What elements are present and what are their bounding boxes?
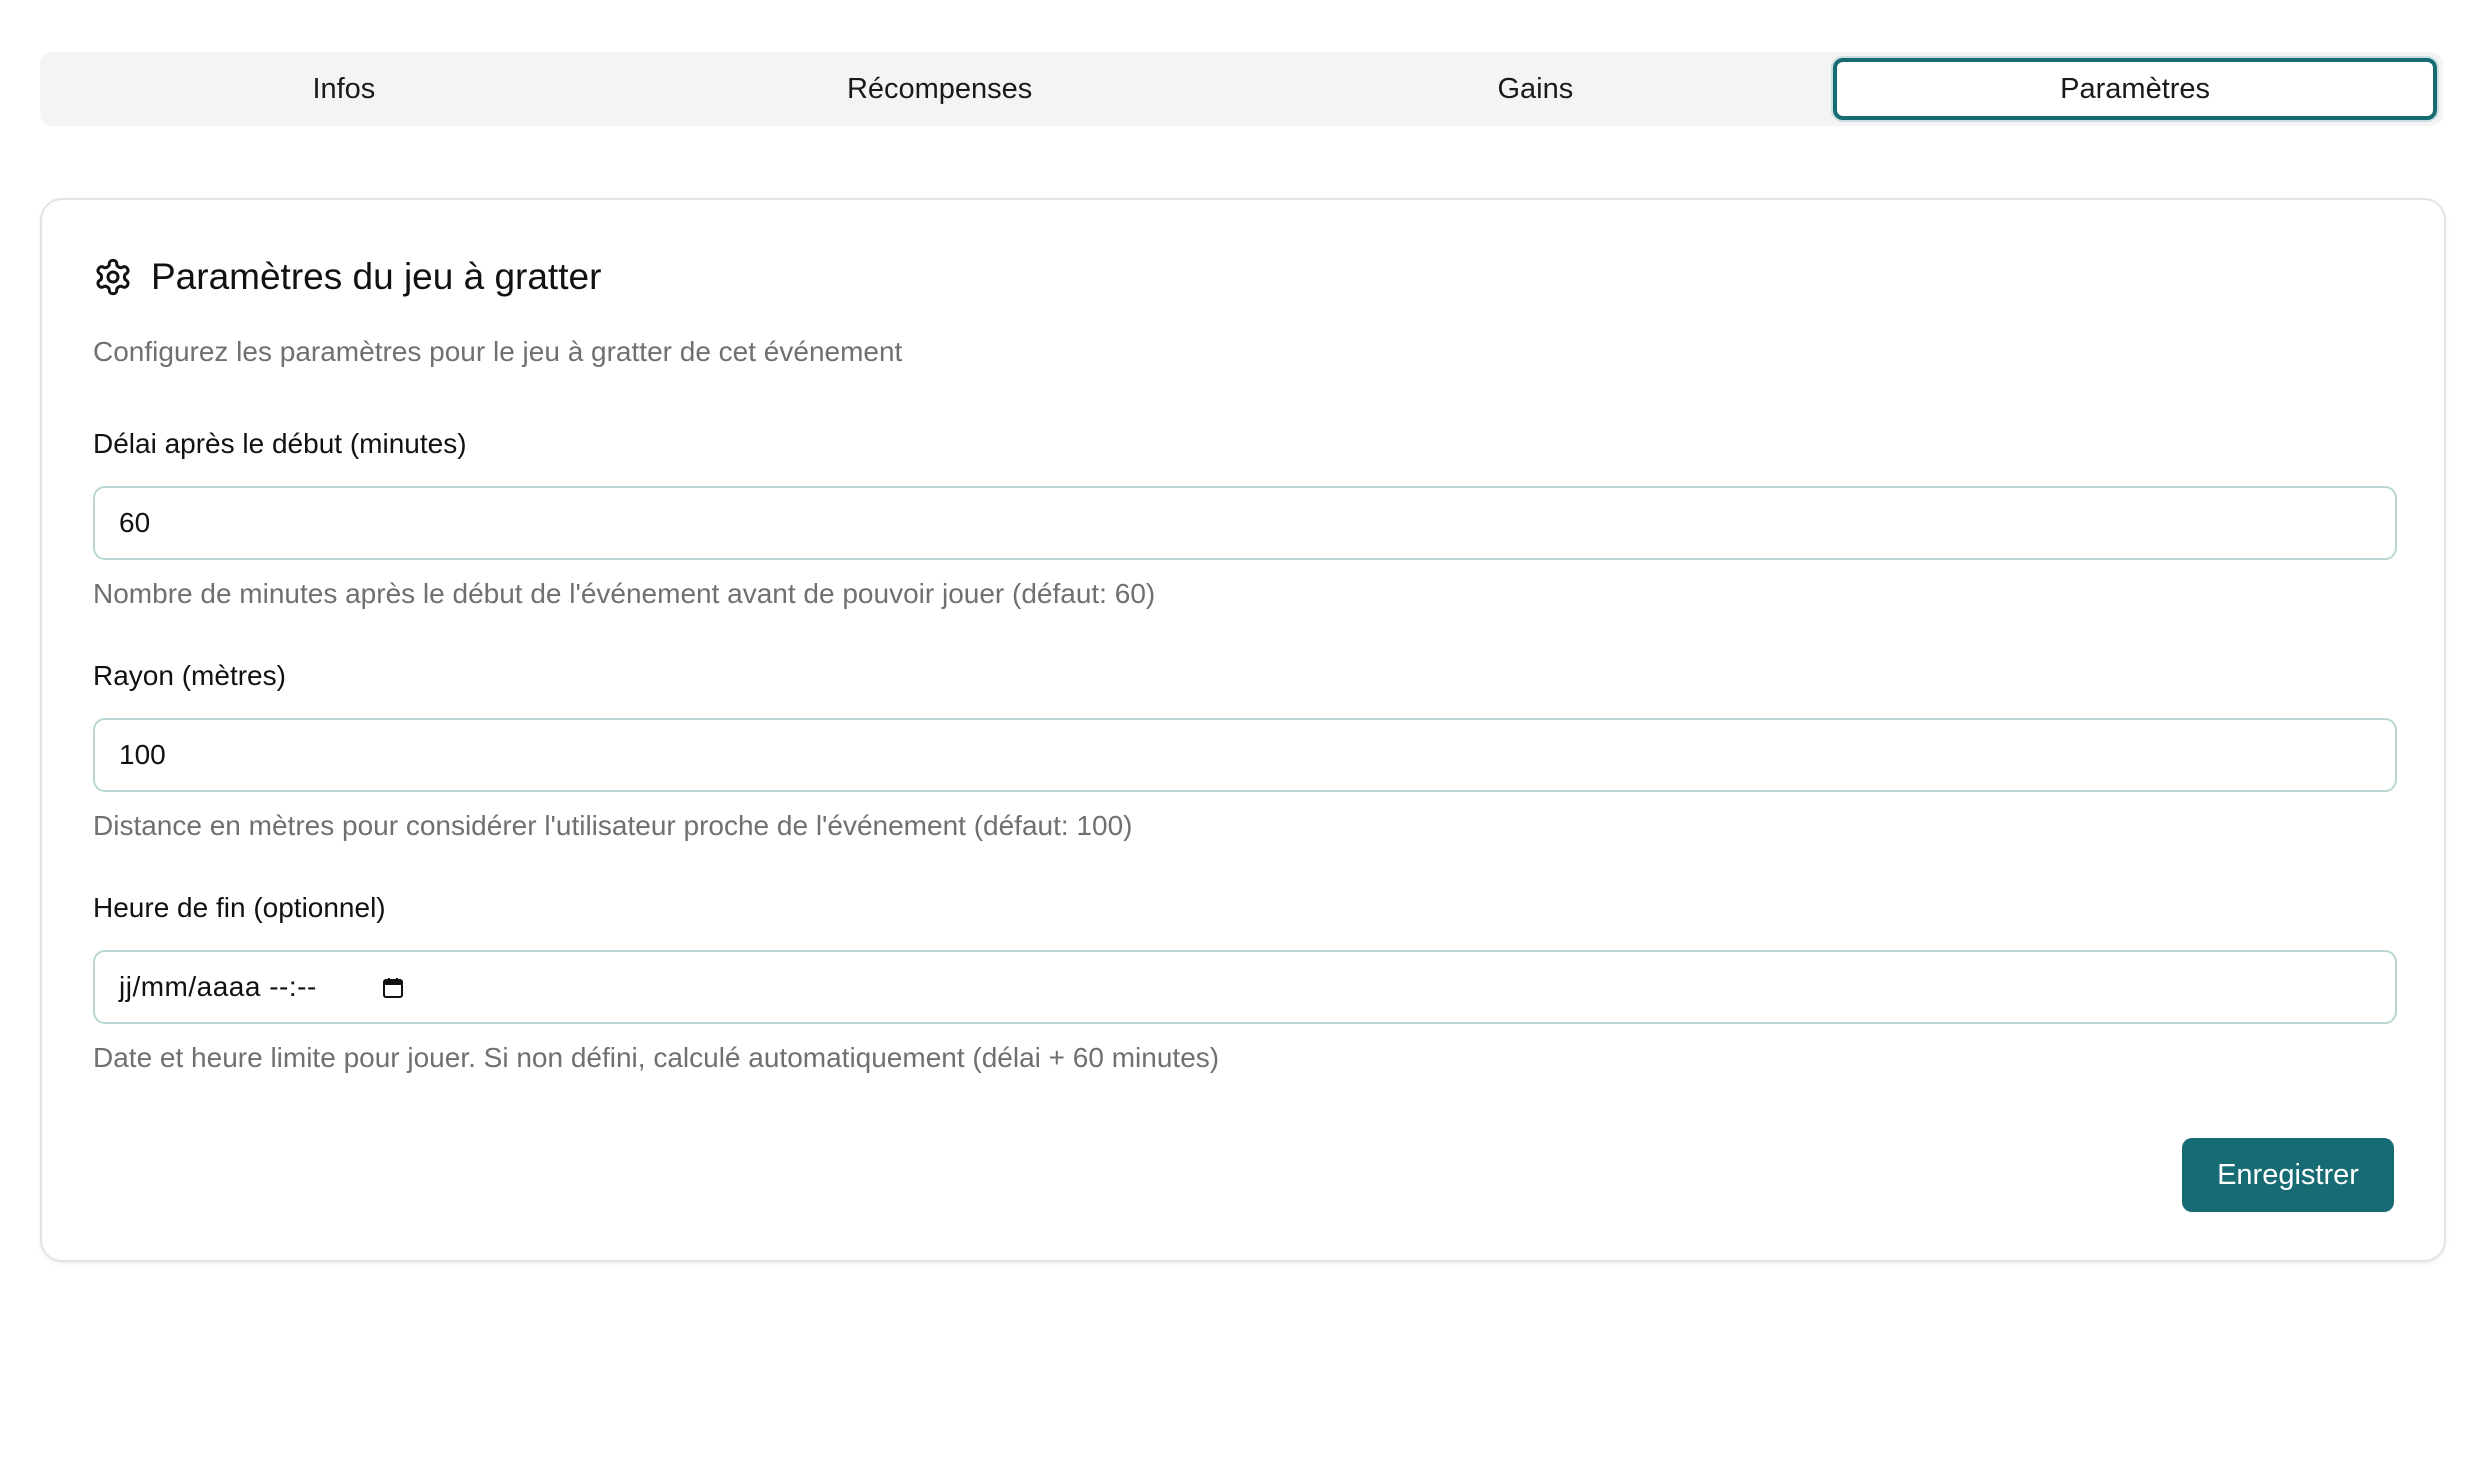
settings-card: Paramètres du jeu à gratter Configurez l… — [40, 198, 2446, 1262]
gear-icon — [93, 257, 133, 297]
tab-bar: Infos Récompenses Gains Paramètres — [40, 52, 2443, 126]
card-description: Configurez les paramètres pour le jeu à … — [93, 336, 903, 367]
calendar-icon[interactable] — [381, 975, 405, 999]
tab-parametres[interactable]: Paramètres — [1833, 58, 2437, 120]
tab-gains[interactable]: Gains — [1238, 58, 1834, 120]
radius-label: Rayon (mètres) — [93, 660, 286, 691]
delay-input[interactable] — [93, 486, 2397, 560]
delay-hint: Nombre de minutes après le début de l'év… — [93, 578, 1156, 609]
card-header: Paramètres du jeu à gratter — [93, 256, 601, 298]
end-time-placeholder: jj/mm/aaaa --:-- — [119, 971, 317, 1002]
end-time-input[interactable]: jj/mm/aaaa --:-- — [93, 950, 2397, 1024]
end-time-label: Heure de fin (optionnel) — [93, 892, 386, 923]
card-title: Paramètres du jeu à gratter — [151, 256, 602, 297]
radius-input[interactable] — [93, 718, 2397, 792]
radius-hint: Distance en mètres pour considérer l'uti… — [93, 810, 1133, 841]
tab-infos[interactable]: Infos — [46, 58, 642, 120]
end-time-hint: Date et heure limite pour jouer. Si non … — [93, 1042, 1220, 1073]
tab-recompenses[interactable]: Récompenses — [642, 58, 1238, 120]
save-button[interactable]: Enregistrer — [2182, 1138, 2394, 1212]
delay-label: Délai après le début (minutes) — [93, 428, 467, 459]
